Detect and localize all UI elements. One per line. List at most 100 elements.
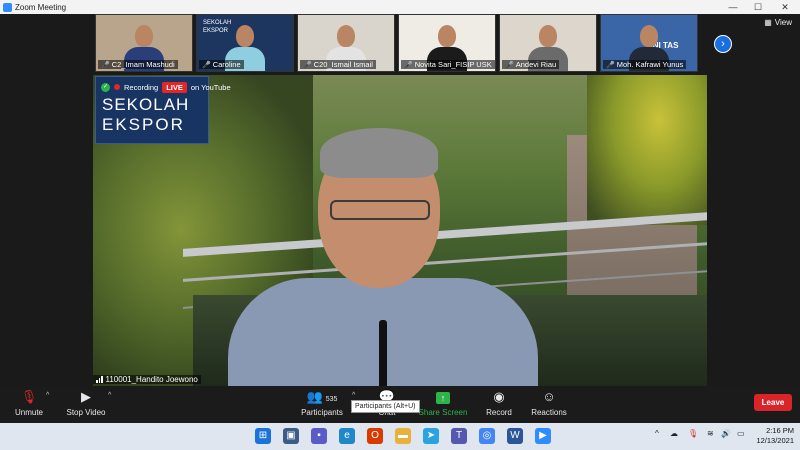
grid-icon: ▦ (764, 18, 772, 27)
zoom-taskbar-icon[interactable]: ▶ (535, 428, 551, 444)
participant-name: C20_Ismail Ismail (313, 60, 373, 69)
cloud-icon[interactable]: ☁ (670, 429, 678, 438)
reactions-button[interactable]: ☺ Reactions (530, 388, 568, 417)
reactions-label: Reactions (531, 408, 567, 417)
participant-name-tag: 🎤 C2_Imam Mashudi (98, 60, 178, 69)
recording-label: Recording (124, 82, 159, 92)
participant-tile[interactable]: 🎤 Novita Sari_FISIP USK (398, 14, 496, 72)
participant-face (135, 25, 153, 47)
wifi-icon[interactable]: ≋ (707, 429, 714, 438)
logo-line-1: SEKOLAH (102, 95, 190, 114)
participant-name: Moh. Kafrawi Yunus (616, 60, 684, 69)
file-explorer-icon[interactable]: ▬ (395, 428, 411, 444)
participant-name: Novita Sari_FISIP USK (414, 60, 492, 69)
mic-muted-icon: 🎤 (202, 61, 211, 69)
participant-face (640, 25, 658, 47)
live-badge[interactable]: LIVE (162, 81, 187, 93)
participants-button[interactable]: 👥 535 Participants (298, 388, 346, 417)
active-speaker-name-tag: 110001_Handito Joewono (93, 375, 201, 384)
participant-face (539, 25, 557, 47)
recording-dot-icon (114, 84, 120, 90)
participant-name-tag: 🎤 Caroline (199, 60, 244, 69)
mic-muted-icon: 🎤 (303, 61, 312, 69)
video-camera-icon: ▶ (81, 389, 91, 404)
speaker-glasses (330, 200, 430, 220)
minimize-button[interactable]: — (720, 0, 746, 14)
reactions-icon: ☺ (542, 389, 556, 404)
participant-name: Andevi Riau (515, 60, 557, 69)
unmute-label: Unmute (14, 408, 43, 417)
battery-icon[interactable]: ▭ (737, 429, 745, 438)
teams-chat-icon[interactable]: ▪ (311, 428, 327, 444)
background-trees-right (587, 75, 707, 225)
view-button[interactable]: ▦ View (764, 18, 792, 27)
video-options-caret[interactable]: ^ (108, 392, 111, 399)
participant-tile[interactable]: UNI TAS 🎤 Moh. Kafrawi Yunus (600, 14, 698, 72)
volume-icon[interactable]: 🔊 (721, 429, 731, 438)
participant-face (236, 25, 254, 47)
recording-indicator: ✓ Recording LIVE on YouTube (101, 80, 231, 94)
zoom-logo-icon (3, 2, 12, 12)
office-icon[interactable]: O (367, 428, 383, 444)
participant-tile[interactable]: 🎤 C20_Ismail Ismail (297, 14, 395, 72)
unmute-button[interactable]: 🎙 Unmute (12, 388, 46, 417)
windows-taskbar: ⊞ ▣ ▪ e O ▬ ➤ T ◎ W ▶ ^ ☁ 🎙 ≋ 🔊 ▭ 2:16 P… (0, 423, 800, 450)
edge-browser-icon[interactable]: e (339, 428, 355, 444)
window-titlebar: Zoom Meeting — ☐ ✕ (0, 0, 800, 14)
participant-name-tag: 🎤 Moh. Kafrawi Yunus (603, 60, 687, 69)
speaker-hair (320, 128, 438, 178)
share-screen-icon: ↑ (418, 388, 468, 406)
live-platform-label: on YouTube (190, 82, 231, 92)
word-icon[interactable]: W (507, 428, 523, 444)
record-button[interactable]: ◉ Record (484, 388, 514, 417)
next-page-button[interactable]: › (714, 35, 732, 53)
signal-bars-icon (96, 376, 103, 383)
participant-face (337, 25, 355, 47)
leave-button[interactable]: Leave (754, 394, 792, 411)
participant-face (438, 25, 456, 47)
participant-name: C2_Imam Mashudi (111, 60, 175, 69)
maximize-button[interactable]: ☐ (745, 0, 771, 14)
stop-video-button[interactable]: ▶ Stop Video (64, 388, 108, 417)
widgets-icon[interactable]: ▣ (283, 428, 299, 444)
participant-name: Caroline (212, 60, 241, 69)
participant-tile[interactable]: 🎤 C2_Imam Mashudi (95, 14, 193, 72)
record-icon: ◉ (493, 389, 505, 404)
mic-muted-icon: 🎙 (20, 389, 38, 404)
mic-muted-icon: 🎤 (505, 61, 514, 69)
participants-tooltip: Participants (Alt+U) (351, 400, 420, 413)
start-menu-icon[interactable]: ⊞ (255, 428, 271, 444)
mic-muted-icon: 🎤 (606, 61, 615, 69)
participants-icon: 👥 535 (306, 389, 338, 404)
participant-tile[interactable]: 🎤 Andevi Riau (499, 14, 597, 72)
mic-muted-icon: 🎤 (404, 61, 413, 69)
chrome-icon[interactable]: ◎ (479, 428, 495, 444)
share-screen-label: Share Screen (418, 408, 468, 417)
system-clock[interactable]: 2:16 PM 12/13/2021 (756, 426, 794, 446)
audio-options-caret[interactable]: ^ (46, 392, 49, 399)
record-label: Record (486, 408, 512, 417)
active-speaker-name: 110001_Handito Joewono (105, 375, 198, 384)
telegram-icon[interactable]: ➤ (423, 428, 439, 444)
window-title: Zoom Meeting (15, 2, 67, 12)
logo-line-2: EKSPOR (102, 115, 185, 134)
clock-time: 2:16 PM (766, 426, 794, 435)
view-label: View (774, 18, 792, 27)
close-button[interactable]: ✕ (772, 0, 798, 14)
participant-tile[interactable]: SEKOLAH EKSPOR 🎤 Caroline (196, 14, 294, 72)
participant-name-tag: 🎤 C20_Ismail Ismail (300, 60, 376, 69)
participants-label: Participants (301, 408, 343, 417)
tray-overflow-icon[interactable]: ^ (655, 429, 659, 438)
participants-count: 535 (325, 396, 338, 403)
participant-name-tag: 🎤 Andevi Riau (502, 60, 560, 69)
security-shield-icon[interactable]: ✓ (101, 82, 110, 92)
chevron-right-icon: › (721, 38, 725, 50)
share-screen-button[interactable]: ↑ Share Screen (418, 388, 468, 417)
clock-date: 12/13/2021 (756, 436, 794, 445)
mic-muted-icon: 🎤 (101, 61, 110, 69)
stop-video-label: Stop Video (66, 408, 106, 417)
microphone-icon[interactable]: 🎙 (688, 429, 698, 438)
participants-options-caret[interactable]: ^ (352, 392, 355, 399)
participant-name-tag: 🎤 Novita Sari_FISIP USK (401, 60, 495, 69)
teams-icon[interactable]: T (451, 428, 467, 444)
